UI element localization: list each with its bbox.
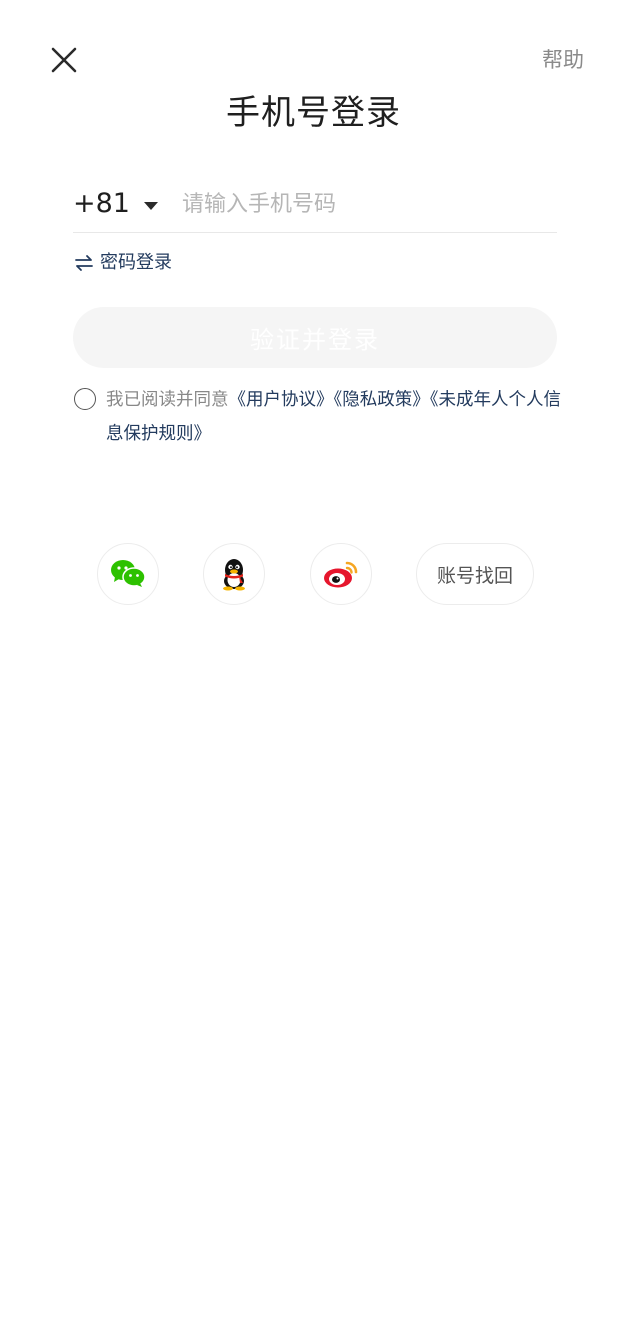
social-login-row: 账号找回 [0,543,627,605]
wechat-icon [111,560,146,587]
agreement-prefix: 我已阅读并同意 [106,390,229,410]
user-agreement-link[interactable]: 《用户协议》 [229,390,334,410]
close-button[interactable] [44,40,84,80]
agreement-checkbox[interactable] [74,388,96,410]
weibo-icon [324,561,358,588]
page-title: 手机号登录 [226,93,401,133]
country-code-value: +81 [73,188,130,219]
swap-arrows-icon [75,255,93,271]
caret-down-icon [143,201,158,210]
phone-input-row: +81 [73,176,557,233]
phone-number-input[interactable] [181,184,557,224]
agreement-row: 我已阅读并同意《用户协议》《隐私政策》《未成年人个人信息保护规则》 [74,383,564,451]
password-login-switch[interactable]: 密码登录 [74,251,172,275]
password-login-label: 密码登录 [100,252,172,273]
country-code-selector[interactable]: +81 [73,187,182,221]
help-link[interactable]: 帮助 [542,47,584,73]
account-recovery-button[interactable]: 账号找回 [416,543,534,605]
agreement-text: 我已阅读并同意《用户协议》《隐私政策》《未成年人个人信息保护规则》 [106,383,564,451]
qq-penguin-icon [223,559,245,591]
privacy-policy-link[interactable]: 《隐私政策》 [334,390,430,410]
weibo-login-button[interactable] [310,543,372,605]
close-icon [51,47,77,73]
verify-login-button[interactable]: 验证并登录 [73,307,557,368]
login-screen: 帮助 手机号登录 +81 密码登录 验证并登录 我已阅读并同意《用户协议》《隐私… [0,0,627,1324]
wechat-login-button[interactable] [97,543,159,605]
qq-login-button[interactable] [203,543,265,605]
